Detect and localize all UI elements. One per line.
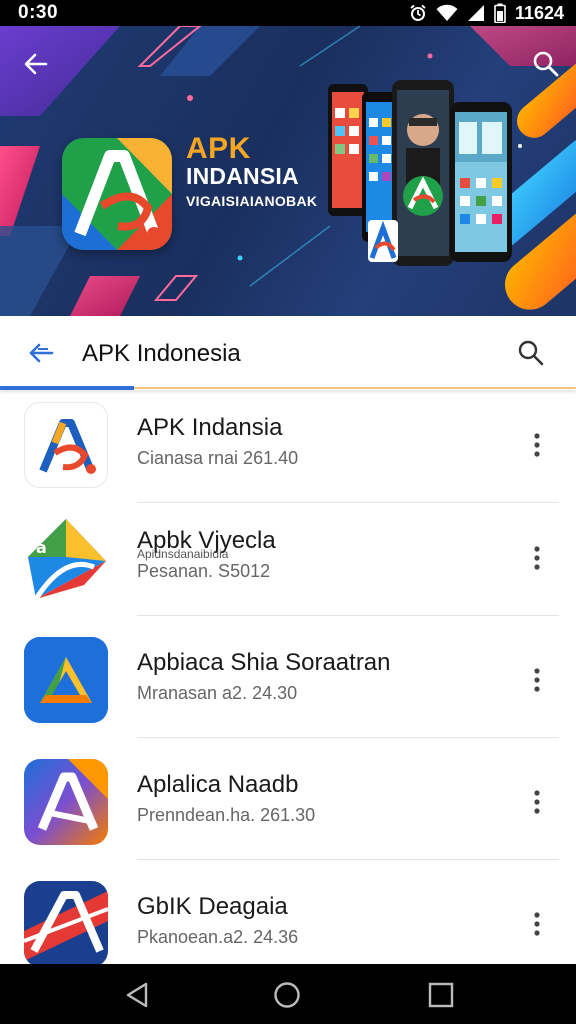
brand-title-line2: INDANSIA xyxy=(186,163,299,189)
app-subtitle: Mranasan a2. 24.30 xyxy=(137,683,298,703)
hero-banner: APK INDANSIA VIGAISIAIANOBAK xyxy=(0,26,576,316)
search-query-title[interactable]: APK Indonesia xyxy=(82,340,241,368)
nav-home-button[interactable] xyxy=(272,980,302,1010)
gbik-icon xyxy=(24,881,108,964)
app-subtitle: Prenndean.ha. 261.30 xyxy=(137,805,316,825)
app-subtitle: Pkanoean.a2. 24.36 xyxy=(137,927,299,947)
status-bar: 0:30 11624 xyxy=(0,0,576,26)
phones-illustration xyxy=(326,78,516,278)
list-item[interactable]: a Apbk Vjyecla Apidnsdanaibidia Pesanan.… xyxy=(0,503,576,625)
app-list: APK Indansia Cianasa rnai 261.40 a Apbk … xyxy=(0,390,576,964)
list-item[interactable]: APK Indansia Cianasa rnai 261.40 xyxy=(0,390,576,512)
divider xyxy=(137,737,559,738)
search-icon xyxy=(518,340,544,366)
app-name: Apbiaca Shia Soraatran xyxy=(137,649,391,676)
aplalica-icon xyxy=(24,759,108,845)
more-vert-icon xyxy=(534,912,540,936)
phones-image xyxy=(328,80,512,266)
battery-icon xyxy=(494,3,506,23)
divider xyxy=(137,859,559,860)
app-icon: a xyxy=(24,515,108,601)
search-bar: APK Indonesia xyxy=(0,316,576,390)
more-options-button[interactable] xyxy=(522,663,552,697)
back-arrow-icon xyxy=(24,53,48,75)
back-button[interactable] xyxy=(20,48,52,80)
more-options-button[interactable] xyxy=(522,428,552,462)
status-icons: 11624 xyxy=(409,3,564,24)
more-options-button[interactable] xyxy=(522,541,552,575)
more-vert-icon xyxy=(534,433,540,457)
nav-back-button[interactable] xyxy=(122,980,152,1010)
nav-recents-icon xyxy=(428,982,454,1008)
app-name: APK Indansia xyxy=(137,414,283,441)
nav-back-icon xyxy=(126,982,148,1008)
back-arrow-icon xyxy=(29,343,54,363)
apk-indansia-icon xyxy=(39,419,96,474)
apk-logo-icon xyxy=(62,138,172,250)
brand-title-line1: APK xyxy=(186,132,251,165)
wifi-icon xyxy=(436,4,458,22)
app-icon xyxy=(24,637,108,723)
app-icon xyxy=(24,881,108,964)
search-button[interactable] xyxy=(516,338,546,368)
hero-search-button[interactable] xyxy=(530,48,562,80)
app-name: GbIK Deagaia xyxy=(137,893,288,920)
app-logo xyxy=(62,138,172,250)
svg-text:a: a xyxy=(36,538,47,557)
nav-recents-button[interactable] xyxy=(426,980,456,1010)
app-name: Aplalica Naadb xyxy=(137,771,299,798)
app-icon xyxy=(24,402,108,488)
alarm-icon xyxy=(409,4,427,22)
search-back-button[interactable] xyxy=(26,340,56,366)
more-options-button[interactable] xyxy=(522,785,552,819)
status-right-text: 11624 xyxy=(514,2,564,23)
more-vert-icon xyxy=(534,790,540,814)
list-item[interactable]: GbIK Deagaia Pkanoean.a2. 24.36 xyxy=(0,869,576,964)
navigation-bar xyxy=(0,964,576,1024)
apbiaca-icon xyxy=(24,637,108,723)
tab-track xyxy=(134,387,576,389)
app-extra-text: Apidnsdanaibidia xyxy=(137,547,229,561)
status-time: 0:30 xyxy=(18,2,59,23)
divider xyxy=(137,615,559,616)
more-vert-icon xyxy=(534,668,540,692)
list-item[interactable]: Aplalica Naadb Prenndean.ha. 261.30 xyxy=(0,747,576,869)
cell-signal-icon xyxy=(467,4,485,22)
apbk-icon: a xyxy=(28,519,106,601)
app-subtitle: Pesanan. S5012 xyxy=(137,561,271,581)
more-options-button[interactable] xyxy=(522,907,552,941)
app-icon xyxy=(24,759,108,845)
brand-tagline: VIGAISIAIANOBAK xyxy=(186,193,318,209)
app-subtitle: Cianasa rnai 261.40 xyxy=(137,448,299,468)
nav-home-icon xyxy=(274,982,300,1008)
search-icon xyxy=(533,51,559,77)
more-vert-icon xyxy=(534,546,540,570)
list-item[interactable]: Apbiaca Shia Soraatran Mranasan a2. 24.3… xyxy=(0,625,576,747)
